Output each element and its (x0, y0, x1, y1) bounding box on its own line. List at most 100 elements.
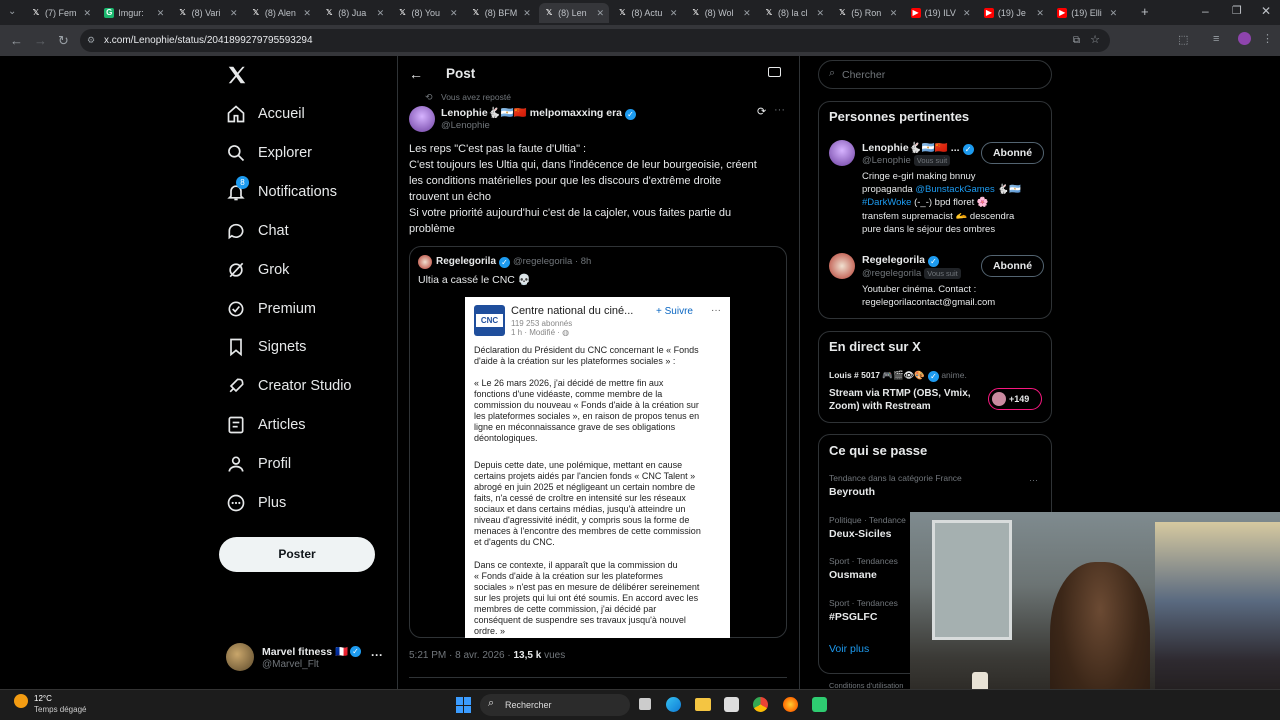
browser-tab[interactable]: 𝕏 (8) Alen ✕ (246, 3, 316, 23)
nav-item-accueil[interactable]: Accueil (226, 101, 305, 127)
nav-item-grok[interactable]: Grok (226, 257, 289, 283)
url-field[interactable]: ⚙ x.com/Lenophie/status/2041899279795593… (80, 29, 1110, 52)
nav-item-articles[interactable]: Articles (226, 412, 306, 438)
bio-link[interactable]: @BunstackGames (915, 184, 994, 195)
edge-icon[interactable] (666, 697, 681, 712)
show-more-link[interactable]: Voir plus (829, 643, 869, 655)
author-avatar[interactable] (409, 106, 435, 132)
browser-tab[interactable]: 𝕏 (8) Actu ✕ (612, 3, 682, 23)
close-tab-icon[interactable]: ✕ (157, 8, 165, 19)
weather-desc[interactable]: Temps dégagé (34, 705, 86, 714)
close-window-button[interactable]: ✕ (1261, 4, 1271, 18)
task-view-icon[interactable] (639, 698, 651, 710)
forward-icon[interactable]: → (34, 33, 47, 48)
close-tab-icon[interactable]: ✕ (597, 8, 605, 19)
account-more-icon[interactable]: ··· (371, 648, 383, 662)
close-tab-icon[interactable]: ✕ (450, 8, 458, 19)
star-icon[interactable]: ☆ (1090, 29, 1100, 52)
store-icon[interactable] (724, 697, 739, 712)
minimize-button[interactable]: – (1202, 4, 1209, 18)
browser-tab[interactable]: 𝕏 (8) Jua ✕ (319, 3, 389, 23)
close-tab-icon[interactable]: ✕ (816, 8, 824, 19)
bio-link[interactable]: #DarkWoke (862, 197, 911, 208)
close-tab-icon[interactable]: ✕ (743, 8, 751, 19)
menu-icon[interactable]: ⋮ (1262, 32, 1273, 45)
person-avatar[interactable] (829, 253, 855, 279)
browser-tab[interactable]: 𝕏 (8) Vari ✕ (173, 3, 243, 23)
live-count-badge[interactable]: +149 (988, 388, 1042, 410)
browser-tab[interactable]: 𝕏 (7) Fem ✕ (26, 3, 96, 23)
post-more-icon[interactable]: ··· (774, 104, 785, 116)
app-icon[interactable] (812, 697, 827, 712)
person-name[interactable]: Regelegorila ✓ (862, 254, 940, 267)
post-button[interactable]: Poster (219, 537, 375, 572)
nav-item-plus[interactable]: Plus (226, 490, 286, 516)
author-handle[interactable]: @Lenophie (441, 120, 490, 131)
explorer-icon[interactable] (695, 698, 711, 711)
nav-item-chat[interactable]: Chat (226, 218, 289, 244)
nav-item-explorer[interactable]: Explorer (226, 140, 312, 166)
close-tab-icon[interactable]: ✕ (230, 8, 238, 19)
browser-tab[interactable]: 𝕏 (8) la cl ✕ (759, 3, 829, 23)
trend-more-icon[interactable]: ··· (1029, 475, 1038, 485)
tab-search-icon[interactable]: ⌄ (8, 6, 16, 17)
live-title-line-1[interactable]: Stream via RTMP (OBS, Vmix, (829, 388, 971, 399)
browser-tab-label: (5) Ron (851, 8, 882, 18)
media-icon[interactable]: ≡ (1213, 33, 1219, 45)
extensions-icon[interactable]: ⬚ (1178, 33, 1188, 46)
trend-name[interactable]: Beyrouth (829, 486, 875, 498)
x-logo[interactable] (226, 64, 248, 86)
nav-item-profil[interactable]: Profil (226, 451, 291, 477)
new-tab-button[interactable]: + (1141, 4, 1149, 19)
windows-start-icon[interactable] (456, 697, 472, 713)
close-tab-icon[interactable]: ✕ (890, 8, 898, 19)
grok-explain-icon[interactable]: ⟳ (757, 105, 766, 118)
close-tab-icon[interactable]: ✕ (670, 8, 678, 19)
browser-tab[interactable]: ▶ (19) Elli ✕ (1052, 3, 1122, 23)
close-tab-icon[interactable]: ✕ (1036, 8, 1044, 19)
person-name[interactable]: Lenophie🐇🇦🇷🇨🇳 ... ✓ (862, 141, 974, 155)
browser-tab[interactable]: 𝕏 (8) Wol ✕ (686, 3, 756, 23)
browser-tab[interactable]: 𝕏 (5) Ron ✕ (832, 3, 902, 23)
author-name[interactable]: Lenophie🐇🇦🇷🇨🇳 melpomaxxing era ✓ (441, 106, 637, 120)
chrome-icon[interactable] (753, 697, 768, 712)
browser-tab[interactable]: 𝕏 (8) You ✕ (393, 3, 463, 23)
weather-icon[interactable] (14, 694, 28, 708)
weather-temp[interactable]: 12°C (34, 694, 52, 703)
nav-item-notifications[interactable]: 8 Notifications (226, 175, 337, 205)
person-avatar[interactable] (829, 140, 855, 166)
following-button[interactable]: Abonné (981, 255, 1044, 277)
profile-avatar-icon[interactable] (1238, 32, 1251, 45)
browser-tab[interactable]: ▶ (19) ILV ✕ (906, 3, 976, 23)
account-avatar[interactable] (226, 643, 254, 671)
reader-icon[interactable] (768, 67, 781, 77)
nav-item-creator-studio[interactable]: Creator Studio (226, 373, 352, 399)
close-tab-icon[interactable]: ✕ (963, 8, 971, 19)
install-icon[interactable]: ⧉ (1073, 29, 1080, 52)
back-icon[interactable]: ← (10, 33, 23, 48)
browser-tab[interactable]: 𝕏 (8) BFM ✕ (466, 3, 536, 23)
site-info-icon[interactable]: ⚙ (87, 29, 95, 52)
close-tab-icon[interactable]: ✕ (377, 8, 385, 19)
close-tab-icon[interactable]: ✕ (83, 8, 91, 19)
nav-item-premium[interactable]: Premium (226, 296, 316, 322)
close-tab-icon[interactable]: ✕ (523, 8, 531, 19)
reload-icon[interactable]: ↻ (58, 33, 69, 49)
browser-tab[interactable]: ▶ (19) Je ✕ (979, 3, 1049, 23)
live-title-line-2[interactable]: Zoom) with Restream (829, 401, 931, 412)
following-button[interactable]: Abonné (981, 142, 1044, 164)
trend-name[interactable]: Deux-Siciles (829, 528, 891, 540)
trend-name[interactable]: Ousmane (829, 569, 877, 581)
taskbar-search[interactable]: ⌕ Rechercher (480, 694, 630, 716)
browser-tab[interactable]: G Imgur: ✕ (99, 3, 169, 23)
firefox-icon[interactable] (783, 697, 798, 712)
close-tab-icon[interactable]: ✕ (1110, 8, 1118, 19)
cnc-statement-image[interactable]: CNC Centre national du ciné... 119 253 a… (465, 297, 730, 638)
trend-name[interactable]: #PSGLFC (829, 611, 877, 623)
header-back-icon[interactable]: ← (409, 66, 423, 82)
close-tab-icon[interactable]: ✕ (303, 8, 311, 19)
nav-item-signets[interactable]: Signets (226, 334, 306, 360)
browser-tab[interactable]: 𝕏 (8) Len ✕ (539, 3, 610, 23)
search-box[interactable]: ⌕ Chercher (818, 60, 1052, 89)
maximize-button[interactable]: ❐ (1232, 4, 1242, 17)
